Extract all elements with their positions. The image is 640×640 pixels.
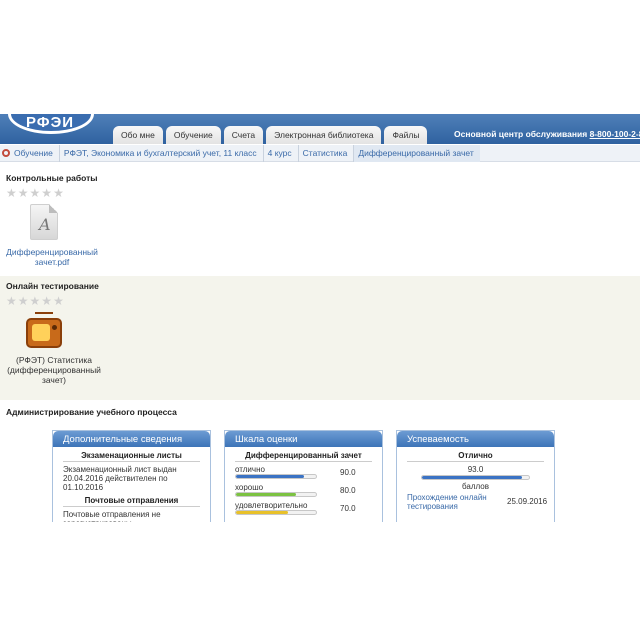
grade-bar-fill	[236, 511, 288, 514]
grade-value: 80.0	[340, 486, 356, 495]
progress-bar-fill	[422, 476, 522, 479]
home-icon[interactable]	[2, 149, 10, 157]
star-icon[interactable]: ★	[53, 295, 64, 307]
pdf-file-link[interactable]: Дифференцированный зачет.pdf	[4, 247, 100, 267]
star-icon[interactable]: ★	[18, 295, 29, 307]
rating-stars-testing[interactable]: ★ ★ ★ ★ ★	[6, 295, 64, 307]
grade-bar-fill	[236, 475, 304, 478]
panel-additional-info: Дополнительные сведения Экзаменационные …	[52, 430, 211, 522]
support-info: Основной центр обслуживания 8-800-100-2-…	[454, 129, 640, 139]
control-works-title: Контрольные работы	[6, 173, 98, 183]
exam-sheets-heading: Экзаменационные листы	[63, 451, 200, 462]
progress-bar	[421, 475, 530, 481]
breadcrumb-subject[interactable]: Статистика	[299, 144, 355, 162]
breadcrumb: Обучение РФЭТ, Экономика и бухгалтерский…	[0, 144, 640, 162]
support-phone-link[interactable]: 8-800-100-2-888	[590, 129, 640, 139]
postal-heading: Почтовые отправления	[63, 496, 200, 507]
progress-heading: Отлично	[407, 451, 544, 462]
star-icon[interactable]: ★	[18, 187, 29, 199]
tab-files[interactable]: Файлы	[384, 126, 428, 144]
grade-label: удовлетворительно	[235, 501, 308, 510]
online-testing-link[interactable]: Прохождение онлайн тестирования	[407, 493, 499, 511]
breadcrumb-current[interactable]: Дифференцированный зачет	[354, 144, 480, 162]
rating-stars[interactable]: ★ ★ ★ ★ ★	[6, 187, 64, 199]
grade-bar	[235, 510, 317, 515]
online-test-link[interactable]: (РФЭТ) Статистика (дифференцированный за…	[4, 355, 104, 385]
tab-learning[interactable]: Обучение	[165, 126, 221, 144]
grade-row: хорошо 80.0	[235, 483, 372, 501]
panel-title: Шкала оценки	[225, 431, 382, 447]
star-icon[interactable]: ★	[41, 187, 52, 199]
breadcrumb-course[interactable]: 4 курс	[264, 144, 299, 162]
tab-accounts[interactable]: Счета	[223, 126, 264, 144]
grade-value: 90.0	[340, 468, 356, 477]
star-icon[interactable]: ★	[30, 187, 41, 199]
grade-value: 70.0	[340, 504, 356, 513]
star-icon[interactable]: ★	[30, 295, 41, 307]
star-icon[interactable]: ★	[53, 187, 64, 199]
main-tabs: Обо мне Обучение Счета Электронная библи…	[113, 126, 428, 144]
admin-title: Администрирование учебного процесса	[6, 407, 177, 417]
logo-text[interactable]: РФЭИ	[26, 114, 86, 132]
support-label: Основной центр обслуживания	[454, 129, 588, 139]
progress-units: баллов	[462, 482, 489, 491]
grade-bar	[235, 474, 317, 479]
pdf-file-icon[interactable]: A	[30, 204, 58, 240]
grade-bar-fill	[236, 493, 296, 496]
scale-heading: Дифференцированный зачет	[235, 451, 372, 462]
tab-library[interactable]: Электронная библиотека	[266, 126, 382, 144]
grade-row: удовлетворительно 70.0	[235, 501, 372, 519]
breadcrumb-program[interactable]: РФЭТ, Экономика и бухгалтерский учет, 11…	[60, 144, 264, 162]
breadcrumb-learning[interactable]: Обучение	[10, 144, 60, 162]
panel-title: Дополнительные сведения	[53, 431, 210, 447]
progress-score: 93.0	[467, 465, 484, 474]
star-icon[interactable]: ★	[6, 295, 17, 307]
testing-date: 25.09.2016	[507, 497, 548, 506]
panel-title: Успеваемость	[397, 431, 554, 447]
grade-row: отлично 90.0	[235, 465, 372, 483]
star-icon[interactable]: ★	[6, 187, 17, 199]
online-testing-title: Онлайн тестирование	[6, 281, 99, 291]
panel-grade-scale: Шкала оценки Дифференцированный зачет от…	[224, 430, 383, 522]
grade-label: отлично	[235, 465, 265, 474]
exam-sheet-text: Экзаменационный лист выдан 20.04.2016 де…	[63, 465, 177, 492]
grade-label: хорошо	[235, 483, 264, 492]
postal-text: Почтовые отправления не зарегистрированы	[63, 510, 161, 522]
tv-icon[interactable]	[26, 318, 62, 348]
grade-bar	[235, 492, 317, 497]
panel-progress: Успеваемость Отлично 93.0 баллов Прохожд…	[396, 430, 555, 522]
star-icon[interactable]: ★	[41, 295, 52, 307]
tab-about[interactable]: Обо мне	[113, 126, 163, 144]
